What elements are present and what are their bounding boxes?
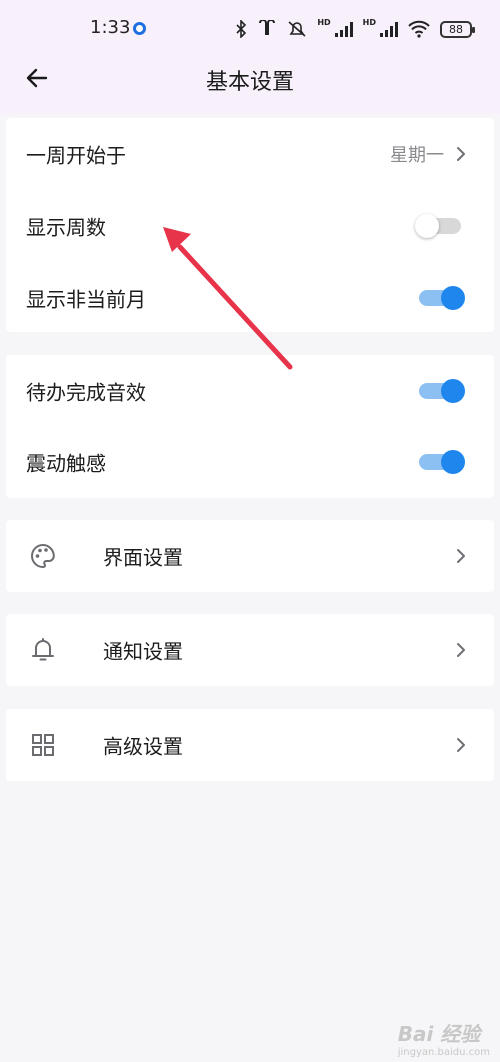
todo-sound-label: 待办完成音效 <box>26 380 146 405</box>
vibration-row: 震动触感 <box>6 426 494 498</box>
hd-label: HD <box>317 18 331 27</box>
chevron-right-icon <box>457 549 465 563</box>
hd-label-2: HD <box>362 18 376 27</box>
palette-icon <box>31 543 55 569</box>
todo-sound-toggle[interactable] <box>415 379 465 403</box>
bell-icon <box>32 638 54 661</box>
week-start-row[interactable]: 一周开始于 星期一 <box>6 118 494 190</box>
week-start-label: 一周开始于 <box>26 143 126 168</box>
app-notification-icon <box>133 22 146 35</box>
show-non-current-month-row: 显示非当前月 <box>6 262 494 334</box>
feedback-settings-card: 待办完成音效 震动触感 <box>6 355 494 498</box>
watermark-logo: Bai 经验 <box>397 1022 481 1046</box>
advanced-settings-label: 高级设置 <box>103 734 183 759</box>
battery-icon: 88 <box>440 20 475 38</box>
bluetooth-icon <box>236 20 247 38</box>
chevron-right-icon <box>457 147 465 161</box>
show-week-number-row: 显示周数 <box>6 190 494 262</box>
signal-icon <box>334 21 353 37</box>
interface-settings-label: 界面设置 <box>103 545 183 570</box>
notification-settings-label: 通知设置 <box>103 639 183 664</box>
status-time: 1:33 <box>90 17 131 38</box>
advanced-settings-card: 高级设置 <box>6 709 494 781</box>
vibration-toggle[interactable] <box>415 450 465 474</box>
show-week-number-toggle[interactable] <box>415 214 461 238</box>
status-bar: 1:33 HD HD 88 <box>0 0 500 58</box>
week-start-value: 星期一 <box>390 145 444 166</box>
show-non-current-month-toggle[interactable] <box>415 286 465 310</box>
interface-settings-row[interactable]: 界面设置 <box>6 520 494 592</box>
advanced-settings-row[interactable]: 高级设置 <box>6 709 494 781</box>
todo-sound-row: 待办完成音效 <box>6 355 494 427</box>
page-title: 基本设置 <box>205 70 294 95</box>
calendar-settings-card: 一周开始于 星期一 显示周数 显示非当前月 <box>6 118 494 332</box>
watermark-url: jingyan.baidu.com <box>397 1047 490 1058</box>
toggle-knob <box>441 379 465 403</box>
notification-settings-row[interactable]: 通知设置 <box>6 614 494 686</box>
status-icons: HD HD 88 <box>235 18 475 40</box>
toggle-knob <box>441 450 465 474</box>
nav-bar: 基本设置 <box>0 58 500 98</box>
show-week-number-label: 显示周数 <box>26 215 106 240</box>
notification-settings-card: 通知设置 <box>6 614 494 686</box>
mute-icon <box>288 21 306 37</box>
chevron-right-icon <box>457 738 465 752</box>
toggle-knob <box>441 286 465 310</box>
watermark: Bai 经验 jingyan.baidu.com <box>398 1018 490 1058</box>
signal-icon-2 <box>380 21 398 37</box>
vibration-label: 震动触感 <box>26 451 106 476</box>
chevron-right-icon <box>457 643 465 657</box>
interface-settings-card: 界面设置 <box>6 520 494 592</box>
earbuds-icon <box>259 20 276 35</box>
grid-icon <box>32 734 54 756</box>
toggle-knob <box>415 214 439 238</box>
show-non-current-month-label: 显示非当前月 <box>26 287 146 312</box>
wifi-icon <box>408 20 430 38</box>
